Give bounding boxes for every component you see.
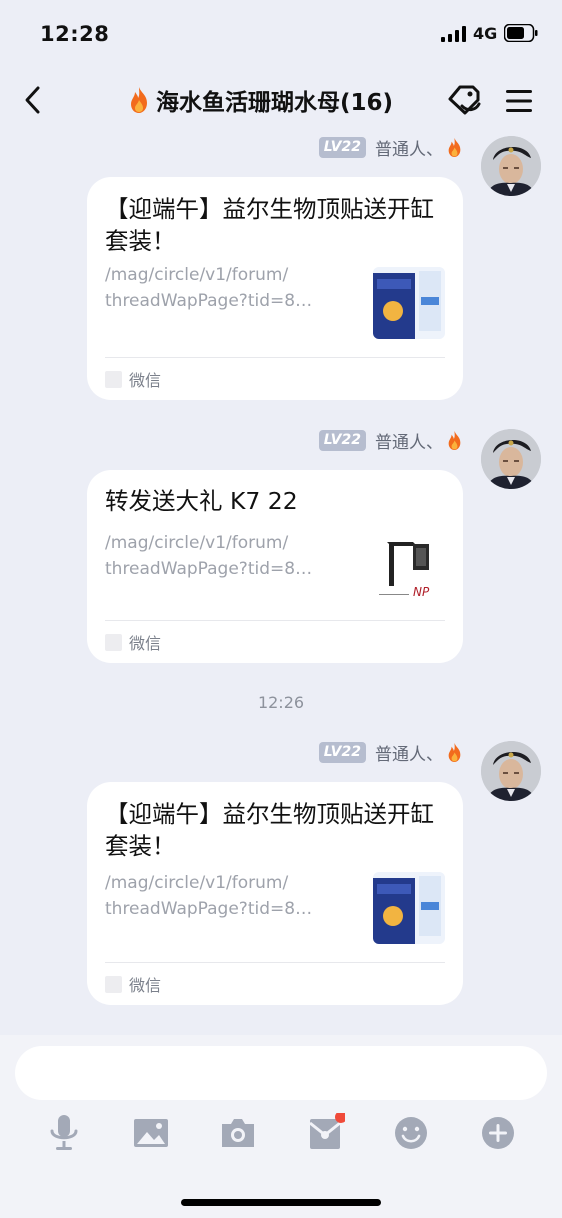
plus-icon[interactable] (478, 1113, 518, 1153)
card-source: 微信 (129, 371, 162, 390)
card-source: 微信 (129, 976, 162, 995)
sender-info: LV22 普通人、 (318, 428, 464, 453)
camera-icon[interactable] (218, 1113, 258, 1153)
level-badge: LV22 (318, 136, 366, 158)
home-indicator (181, 1199, 381, 1206)
sender-name[interactable]: 普通人、 (375, 135, 443, 160)
network-type: 4G (473, 24, 498, 43)
chat-area[interactable]: LV22 普通人、 【迎端午】益尔生物顶贴送开缸套装！ /mag/circle/… (0, 132, 562, 1035)
avatar[interactable] (481, 741, 541, 801)
sender-name[interactable]: 普通人、 (375, 428, 443, 453)
card-thumbnail (373, 267, 445, 339)
chat-title: 海水鱼活珊瑚水母(16) (126, 83, 393, 117)
input-panel (0, 1035, 562, 1218)
card-title: 【迎端午】益尔生物顶贴送开缸套装！ (105, 195, 434, 255)
battery-icon (504, 24, 538, 42)
card-title: 转发送大礼 K7 22 (105, 487, 298, 515)
message-input[interactable] (15, 1046, 547, 1100)
card-source: 微信 (129, 634, 162, 653)
fire-icon (131, 87, 147, 113)
status-bar: 12:28 4G (0, 0, 562, 68)
back-icon[interactable] (20, 84, 46, 116)
chat-title-text: 海水鱼活珊瑚水母(16) (156, 90, 394, 116)
level-badge: LV22 (318, 429, 366, 451)
red-packet-icon[interactable] (305, 1113, 345, 1153)
card-title: 【迎端午】益尔生物顶贴送开缸套装！ (105, 800, 434, 860)
card-url: /mag/circle/v1/forum/ threadWapPage?tid=… (105, 533, 313, 579)
fire-icon (448, 137, 461, 157)
time-divider: 12:26 (257, 693, 305, 712)
avatar[interactable] (481, 429, 541, 489)
sender-name[interactable]: 普通人、 (375, 740, 443, 765)
link-card[interactable]: 【迎端午】益尔生物顶贴送开缸套装！ /mag/circle/v1/forum/ … (87, 782, 463, 1005)
link-card[interactable]: 转发送大礼 K7 22 /mag/circle/v1/forum/ thread… (87, 470, 463, 663)
fire-icon (448, 430, 461, 450)
card-thumbnail (373, 872, 445, 944)
microphone-icon[interactable] (44, 1113, 84, 1153)
card-divider (105, 357, 445, 358)
card-url: /mag/circle/v1/forum/ threadWapPage?tid=… (105, 265, 313, 311)
status-time: 12:28 (40, 22, 110, 46)
tag-link-icon[interactable] (444, 82, 484, 118)
card-url: /mag/circle/v1/forum/ threadWapPage?tid=… (105, 873, 313, 919)
image-icon[interactable] (131, 1113, 171, 1153)
sender-info: LV22 普通人、 (318, 740, 464, 765)
emoji-icon[interactable] (391, 1113, 431, 1153)
sender-info: LV22 普通人、 (318, 135, 464, 160)
menu-icon[interactable] (504, 87, 534, 115)
wechat-source-icon (105, 371, 122, 388)
card-divider (105, 962, 445, 963)
fire-icon (448, 742, 461, 762)
level-badge: LV22 (318, 741, 366, 763)
wechat-source-icon (105, 976, 122, 993)
svg-text:NP: NP (413, 585, 430, 599)
nav-bar: 海水鱼活珊瑚水母(16) (0, 68, 562, 132)
signal-icon (441, 26, 466, 42)
card-thumbnail: NP (373, 532, 445, 604)
wechat-source-icon (105, 634, 122, 651)
link-card[interactable]: 【迎端午】益尔生物顶贴送开缸套装！ /mag/circle/v1/forum/ … (87, 177, 463, 400)
card-divider (105, 620, 445, 621)
avatar[interactable] (481, 136, 541, 196)
